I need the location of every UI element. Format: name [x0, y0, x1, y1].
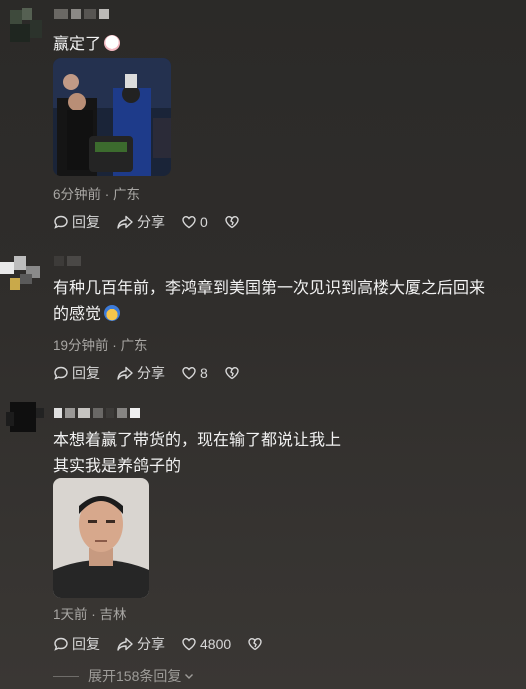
comment-bubble-icon [54, 215, 68, 229]
divider [53, 675, 79, 677]
broken-heart-icon [225, 215, 239, 229]
dislike-button[interactable] [224, 365, 240, 381]
reply-label: 回复 [72, 365, 100, 381]
comment-text-line: 本想着赢了带货的，现在输了都说让我上 [53, 432, 342, 449]
reply-button[interactable]: 回复 [53, 363, 100, 383]
dislike-button[interactable] [224, 214, 240, 230]
location: 吉林 [99, 607, 127, 622]
broken-heart-icon [248, 637, 262, 651]
share-arrow-icon [117, 637, 133, 651]
separator: · [104, 187, 110, 202]
action-bar: 回复 分享 4800 [53, 634, 279, 654]
comment-text: 本想着赢了带货的，现在输了都说让我上 其实我是养鸽子的 [53, 428, 341, 480]
like-count: 8 [200, 365, 208, 381]
avatar[interactable] [6, 400, 46, 440]
comment-meta: 1天前 · 吉林 [53, 603, 127, 623]
username[interactable] [54, 408, 140, 418]
reply-label: 回复 [72, 214, 100, 230]
username[interactable] [54, 9, 109, 19]
heart-icon [182, 366, 196, 380]
comment-text-line: 有种几百年前，李鸿章到美国第一次见识到高楼大厦之后回来 [53, 280, 486, 297]
comment-text-line: 其实我是养鸽子的 [53, 458, 182, 475]
reply-button[interactable]: 回复 [53, 634, 100, 654]
like-count: 0 [200, 214, 208, 230]
cat-face-emoji [104, 35, 121, 51]
comment-bubble-icon [54, 366, 68, 380]
avatar[interactable] [6, 4, 46, 44]
share-label: 分享 [137, 214, 165, 230]
like-button[interactable]: 8 [181, 365, 208, 381]
separator: · [112, 338, 117, 353]
timestamp: 1天前 [53, 607, 88, 622]
comment-text: 赢定了 [53, 32, 121, 58]
expand-replies-button[interactable]: 展开158条回复 [53, 666, 195, 686]
like-button[interactable]: 0 [181, 214, 208, 230]
comment-meta: 19分钟前 · 广东 [53, 334, 148, 354]
location: 广东 [113, 187, 141, 202]
location: 广东 [120, 338, 148, 353]
like-button[interactable]: 4800 [181, 636, 231, 652]
timestamp: 6分钟前 [53, 187, 102, 202]
share-arrow-icon [117, 215, 133, 229]
share-label: 分享 [137, 636, 165, 652]
separator: · [91, 607, 96, 622]
comment-1: 赢定了 6分钟前 · 广东 回复 分享 0 [0, 0, 526, 240]
comment-2: 有种几百年前，李鸿章到美国第一次见识到高楼大厦之后回来 的感觉 19分钟前 · … [0, 240, 526, 390]
share-button[interactable]: 分享 [116, 363, 165, 383]
dislike-button[interactable] [247, 636, 263, 652]
comment-bubble-icon [54, 637, 68, 651]
share-label: 分享 [137, 365, 165, 381]
heart-icon [182, 637, 196, 651]
comment-text-line: 赢定了 [53, 36, 102, 53]
action-bar: 回复 分享 8 [53, 363, 256, 383]
reply-button[interactable]: 回复 [53, 212, 100, 232]
comment-text-line: 的感觉 [53, 306, 102, 323]
share-button[interactable]: 分享 [116, 634, 165, 654]
broken-heart-icon [225, 366, 239, 380]
comment-3: 本想着赢了带货的，现在输了都说让我上 其实我是养鸽子的 1天前 · 吉林 回复 … [0, 390, 526, 660]
timestamp: 19分钟前 [53, 338, 109, 353]
reply-label: 回复 [72, 636, 100, 652]
heart-icon [182, 215, 196, 229]
expand-replies-label: 展开158条回复 [88, 668, 182, 684]
chevron-down-icon [185, 674, 194, 679]
avatar[interactable] [0, 252, 40, 292]
username[interactable] [54, 256, 81, 266]
action-bar: 回复 分享 0 [53, 212, 256, 232]
shocked-face-emoji [104, 305, 121, 321]
video-thumbnail[interactable] [53, 58, 171, 176]
share-arrow-icon [117, 366, 133, 380]
like-count: 4800 [200, 636, 232, 652]
image-thumbnail[interactable] [53, 478, 149, 598]
comment-text: 有种几百年前，李鸿章到美国第一次见识到高楼大厦之后回来 的感觉 [53, 276, 485, 328]
share-button[interactable]: 分享 [116, 212, 165, 232]
comment-meta: 6分钟前 · 广东 [53, 183, 140, 203]
